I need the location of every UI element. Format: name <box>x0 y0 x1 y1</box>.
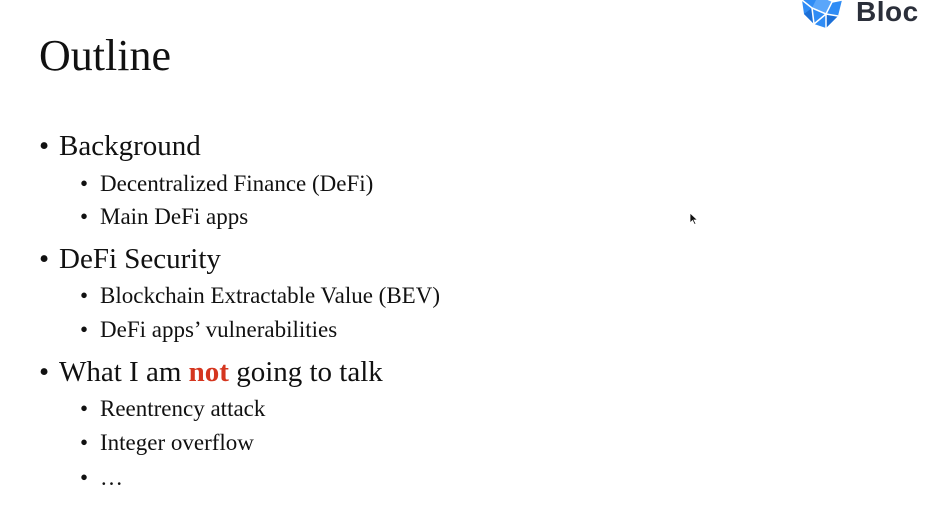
logo-text: Bloc <box>856 0 919 27</box>
outline-subitem: • Decentralized Finance (DeFi) <box>80 170 373 198</box>
outline-subitem: • Main DeFi apps <box>80 203 248 231</box>
bullet: • <box>80 204 89 229</box>
outline-subitem-label: DeFi apps’ vulnerabilities <box>100 317 338 342</box>
outline-item-defi-security: • DeFi Security <box>39 242 221 276</box>
bullet: • <box>80 465 89 490</box>
outline-item-label-before: What I am <box>59 356 189 388</box>
outline-item-label-emphasis: not <box>188 356 229 388</box>
outline-item-label: DeFi Security <box>59 243 221 275</box>
outline-subitem-label: Main DeFi apps <box>100 204 249 229</box>
brand-logo: Bloc <box>798 0 928 34</box>
bullet: • <box>80 317 89 342</box>
bullet: • <box>80 430 89 455</box>
bullet: • <box>39 243 50 275</box>
outline-subitem: • Blockchain Extractable Value (BEV) <box>80 282 440 310</box>
slide: Bloc Outline • Background • Decentralized … <box>0 0 928 506</box>
outline-subitem: • DeFi apps’ vulnerabilities <box>80 316 337 344</box>
outline-subitem-label: Reentrency attack <box>100 396 266 421</box>
bullet: • <box>39 356 50 388</box>
outline-item-not-covered: • What I am not going to talk <box>39 355 383 389</box>
outline-item-label: Background <box>59 130 201 162</box>
bullet: • <box>39 130 50 162</box>
outline-subitem-label: … <box>100 465 123 490</box>
outline-subitem-label: Integer overflow <box>100 430 254 455</box>
bullet: • <box>80 396 89 421</box>
slide-title: Outline <box>39 31 171 80</box>
bullet: • <box>80 283 89 308</box>
polygon-logo-icon <box>801 0 843 28</box>
bullet: • <box>80 171 89 196</box>
outline-subitem-label: Blockchain Extractable Value (BEV) <box>100 283 440 308</box>
outline-item-label-after: going to talk <box>228 356 383 388</box>
outline-subitem-label: Decentralized Finance (DeFi) <box>100 171 374 196</box>
mouse-pointer-icon <box>690 213 698 225</box>
outline-subitem: • Reentrency attack <box>80 395 265 423</box>
outline-subitem: •… <box>80 464 123 492</box>
outline-subitem: • Integer overflow <box>80 429 254 457</box>
outline-item-background: • Background <box>39 129 201 163</box>
